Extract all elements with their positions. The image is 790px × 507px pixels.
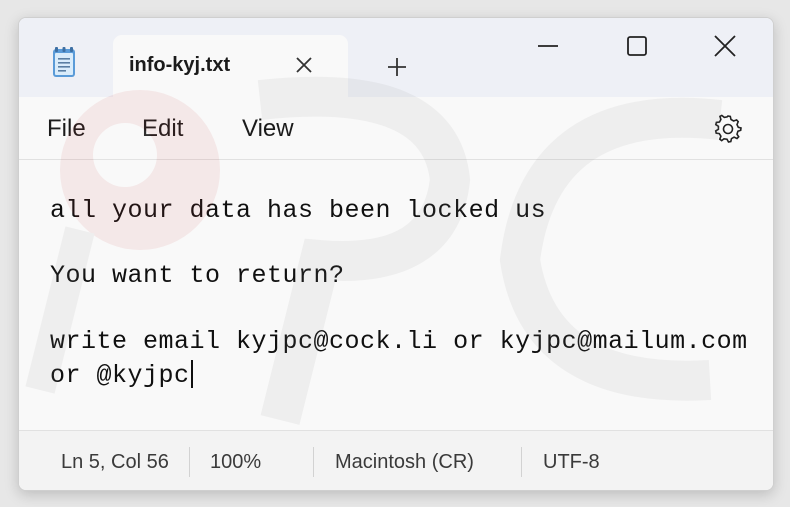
editor-line: write email kyjpc@cock.li or kyjpc@mailu… xyxy=(50,327,748,356)
editor-line-text: or @kyjpc xyxy=(50,361,190,390)
menu-bar: File Edit View xyxy=(19,97,773,160)
tab-info-kyj[interactable]: info-kyj.txt xyxy=(113,35,348,97)
text-editor[interactable]: all your data has been locked us You wan… xyxy=(19,160,773,430)
editor-line-last: or @kyjpc xyxy=(50,360,193,390)
notepad-icon xyxy=(52,46,76,78)
close-icon[interactable] xyxy=(705,34,745,64)
status-bar: Ln 5, Col 56 100% Macintosh (CR) UTF-8 xyxy=(19,430,773,490)
editor-line: all your data has been locked us xyxy=(50,196,547,225)
notepad-window: info-kyj.txt File Edit View all your dat… xyxy=(18,17,774,491)
menu-file[interactable]: File xyxy=(47,115,86,143)
tab-title: info-kyj.txt xyxy=(129,54,231,76)
status-divider xyxy=(521,447,522,477)
editor-line: You want to return? xyxy=(50,261,345,290)
status-divider xyxy=(313,447,314,477)
gear-icon[interactable] xyxy=(713,114,743,144)
status-divider xyxy=(189,447,190,477)
close-icon[interactable] xyxy=(292,53,316,77)
zoom-level[interactable]: 100% xyxy=(210,451,261,474)
plus-icon[interactable] xyxy=(385,55,409,79)
menu-edit[interactable]: Edit xyxy=(142,115,183,143)
minimize-icon[interactable] xyxy=(528,34,568,64)
cursor-position: Ln 5, Col 56 xyxy=(61,451,169,473)
line-ending[interactable]: Macintosh (CR) xyxy=(335,451,474,474)
maximize-icon[interactable] xyxy=(617,34,657,64)
text-caret xyxy=(190,360,193,388)
title-bar[interactable]: info-kyj.txt xyxy=(19,18,773,97)
menu-view[interactable]: View xyxy=(242,115,294,143)
encoding[interactable]: UTF-8 xyxy=(543,451,600,474)
